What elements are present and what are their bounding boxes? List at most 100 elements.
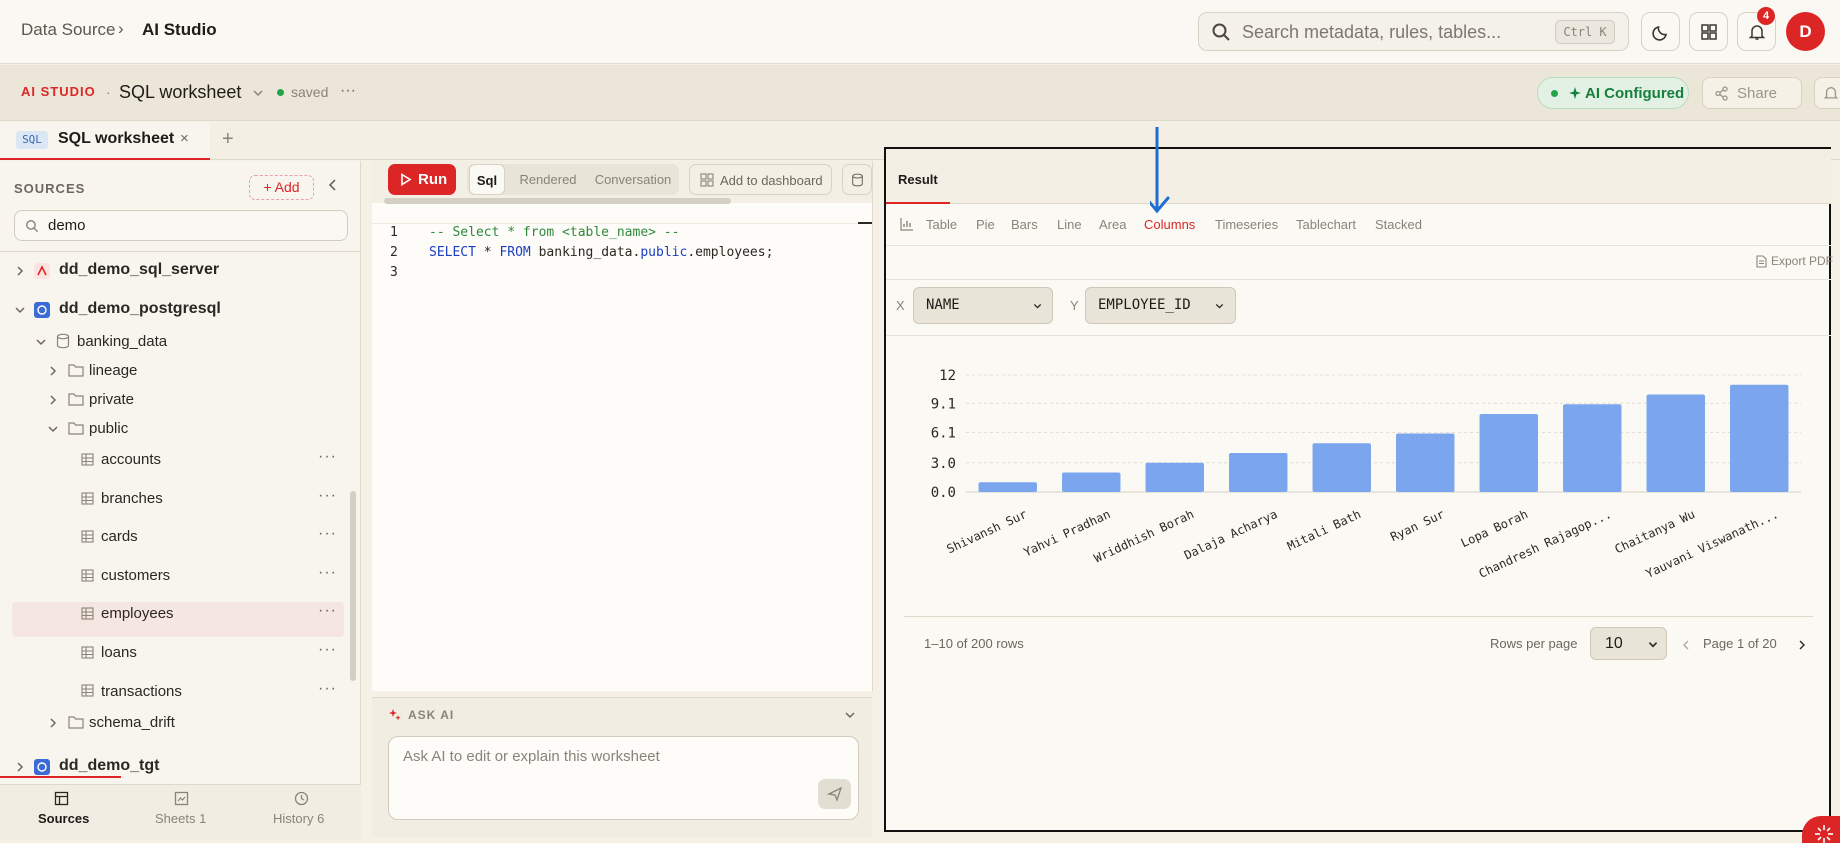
chevron-down-icon[interactable] [252, 88, 264, 98]
tree-source-sql-server[interactable]: dd_demo_sql_server [59, 261, 219, 279]
editor-horizontal-scrollbar[interactable] [384, 198, 731, 204]
run-button[interactable]: Run [388, 164, 456, 195]
nav-history-count: 6 [317, 811, 325, 826]
chevron-down-icon[interactable] [47, 423, 59, 435]
search-input[interactable]: Search metadata, rules, tables... Ctrl K [1198, 12, 1629, 51]
tree-source-tgt[interactable]: dd_demo_tgt [59, 757, 159, 775]
chevron-down-icon [1214, 302, 1225, 310]
tree-schema-lineage[interactable]: lineage [89, 362, 137, 379]
nav-sources[interactable]: Sources [38, 811, 89, 826]
theme-toggle-button[interactable] [1641, 12, 1680, 51]
nav-history[interactable]: History 6 [273, 811, 324, 826]
chevron-right-icon[interactable] [47, 717, 59, 729]
rows-per-page-select[interactable]: 10 [1590, 627, 1667, 660]
chart-type-pie[interactable]: Pie [976, 217, 995, 232]
source-filter-input[interactable]: demo [14, 210, 348, 241]
tree-source-postgresql[interactable]: dd_demo_postgresql [59, 300, 221, 318]
ai-configured-badge[interactable]: AI Configured [1537, 77, 1689, 109]
tree-table-cards[interactable]: cards [101, 528, 138, 545]
sql-editor[interactable] [372, 161, 872, 691]
tree-table-employees[interactable]: employees [101, 605, 174, 622]
sidebar-scrollbar[interactable] [350, 491, 356, 681]
run-label: Run [418, 171, 448, 188]
chart-type-table[interactable]: Table [926, 217, 957, 232]
column-chart: 0.03.06.19.112Shivansh SurYahvi PradhanW… [931, 368, 1801, 581]
chart-type-area[interactable]: Area [1099, 217, 1126, 232]
tab-result[interactable]: Result [898, 172, 938, 187]
sql-server-icon [34, 263, 50, 279]
chart-type-line[interactable]: Line [1057, 217, 1082, 232]
table-menu-icon[interactable]: ··· [318, 487, 337, 505]
alerts-button[interactable] [1814, 77, 1840, 109]
chevron-left-icon[interactable] [1682, 639, 1690, 651]
x-field-select[interactable]: NAME [913, 287, 1053, 324]
chevron-right-icon[interactable] [14, 761, 26, 773]
chevron-right-icon[interactable] [47, 365, 59, 377]
export-pdf-button[interactable]: Export PDF [1756, 254, 1833, 268]
bell-icon [1748, 23, 1766, 41]
mode-conversation[interactable]: Conversation [589, 164, 677, 195]
tree-table-branches[interactable]: branches [101, 490, 163, 507]
y-field-value: EMPLOYEE_ID [1098, 297, 1191, 313]
chevron-down-icon[interactable] [844, 710, 856, 720]
add-source-button[interactable]: + Add [249, 175, 314, 200]
chevron-down-icon[interactable] [14, 304, 26, 316]
table-menu-icon[interactable]: ··· [318, 525, 337, 543]
tree-table-loans[interactable]: loans [101, 644, 137, 661]
tree-table-customers[interactable]: customers [101, 567, 170, 584]
mode-rendered[interactable]: Rendered [511, 164, 585, 195]
ask-ai-input[interactable]: Ask AI to edit or explain this worksheet [388, 736, 859, 820]
apps-button[interactable] [1689, 12, 1728, 51]
table-menu-icon[interactable]: ··· [318, 602, 337, 620]
avatar[interactable]: D [1786, 12, 1825, 51]
chart-type-stacked[interactable]: Stacked [1375, 217, 1422, 232]
add-to-dashboard-label: Add to dashboard [720, 173, 823, 188]
chevron-right-icon[interactable] [47, 394, 59, 406]
chart-type-tablechart[interactable]: Tablechart [1296, 217, 1356, 232]
tree-schema-public[interactable]: public [89, 420, 128, 437]
table-menu-icon[interactable]: ··· [318, 564, 337, 582]
tree-table-accounts[interactable]: accounts [101, 451, 161, 468]
nav-sheets[interactable]: Sheets 1 [155, 811, 206, 826]
x-axis-selector-label: X [896, 298, 905, 313]
y-tick-label: 12 [939, 368, 956, 384]
chevron-right-icon[interactable] [1798, 639, 1806, 651]
tab-sql-worksheet[interactable]: SQL SQL worksheet × [0, 122, 210, 160]
chart-type-bars[interactable]: Bars [1011, 217, 1038, 232]
collapse-sidebar-icon[interactable] [327, 177, 339, 193]
export-pdf-label: Export PDF [1771, 254, 1834, 268]
bar [1062, 472, 1121, 492]
send-button[interactable] [818, 779, 851, 809]
x-field-value: NAME [926, 297, 960, 313]
chart-type-columns[interactable]: Columns [1144, 217, 1195, 232]
worksheet-title[interactable]: SQL worksheet [119, 82, 241, 103]
add-tab-button[interactable]: + [222, 128, 234, 151]
tree-table-transactions[interactable]: transactions [101, 683, 182, 700]
more-options-icon[interactable]: ··· [340, 82, 356, 100]
chevron-right-icon[interactable] [14, 265, 26, 277]
annotation-arrow [1150, 124, 1180, 216]
tree-database-banking-data[interactable]: banking_data [77, 333, 167, 350]
breadcrumb-root[interactable]: Data Source [21, 20, 116, 40]
bar [1145, 462, 1204, 492]
y-field-select[interactable]: EMPLOYEE_ID [1085, 287, 1236, 324]
chevron-down-icon[interactable] [35, 336, 47, 348]
database-button[interactable] [842, 164, 872, 195]
table-menu-icon[interactable]: ··· [318, 641, 337, 659]
close-icon[interactable]: × [180, 130, 189, 147]
sql-chip: SQL [16, 131, 48, 149]
table-menu-icon[interactable]: ··· [318, 448, 337, 466]
help-widget-icon[interactable] [1802, 816, 1840, 843]
table-menu-icon[interactable]: ··· [318, 680, 337, 698]
mode-sql[interactable]: Sql [469, 164, 505, 195]
tree-schema-private[interactable]: private [89, 391, 134, 408]
chart-type-timeseries[interactable]: Timeseries [1215, 217, 1278, 232]
bar [1312, 443, 1371, 492]
add-to-dashboard-button[interactable]: Add to dashboard [689, 164, 832, 195]
search-icon [25, 219, 39, 233]
editor-mode-switch: Sql Rendered Conversation [467, 164, 679, 195]
share-button[interactable]: Share [1702, 77, 1802, 109]
search-shortcut: Ctrl K [1555, 20, 1615, 44]
tree-schema-drift[interactable]: schema_drift [89, 714, 175, 731]
postgresql-icon [34, 302, 50, 318]
